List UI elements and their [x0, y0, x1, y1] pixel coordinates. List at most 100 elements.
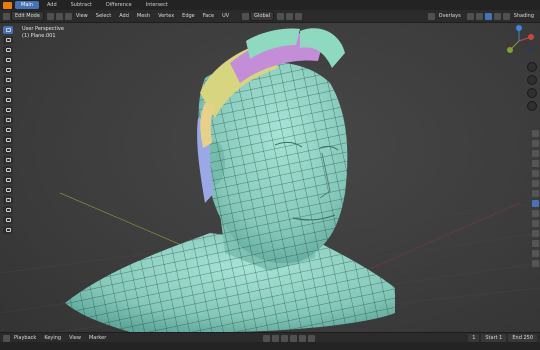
navigation-buttons — [527, 62, 537, 111]
snap-icon[interactable] — [286, 12, 294, 20]
shading-rendered-icon[interactable] — [502, 12, 510, 20]
physics-icon[interactable] — [531, 220, 539, 227]
shrink-fatten-tool[interactable] — [3, 206, 13, 214]
world-props-icon[interactable] — [531, 180, 539, 187]
tab-difference[interactable]: Difference — [100, 1, 138, 9]
shading-solid-icon[interactable] — [484, 12, 492, 20]
menu-playback[interactable]: Playback — [11, 334, 39, 342]
particles-icon[interactable] — [531, 210, 539, 217]
object-label: (1) Plane.001 — [22, 33, 56, 39]
mode-dropdown[interactable]: Edit Mode — [11, 11, 44, 21]
pivot-icon[interactable] — [277, 12, 285, 20]
tab-intersect[interactable]: Intersect — [140, 1, 174, 9]
camera-view-icon[interactable] — [527, 88, 537, 98]
workspace-bar: Main Add Subtract Difference Intersect — [0, 0, 540, 10]
transform-orientation-icon[interactable] — [242, 12, 250, 20]
menu-view[interactable]: View — [73, 12, 91, 20]
view-layer-icon[interactable] — [531, 160, 539, 167]
shading-dropdown[interactable]: Shading — [511, 12, 537, 20]
smooth-tool[interactable] — [3, 186, 13, 194]
bevel-tool[interactable] — [3, 136, 13, 144]
perspective-toggle-icon[interactable] — [527, 101, 537, 111]
jump-start-icon[interactable] — [262, 334, 270, 342]
shading-wire-icon[interactable] — [475, 12, 483, 20]
xray-icon[interactable] — [466, 12, 474, 20]
output-props-icon[interactable] — [531, 150, 539, 157]
poly-build-tool[interactable] — [3, 166, 13, 174]
material-props-icon[interactable] — [531, 250, 539, 257]
transform-tool[interactable] — [3, 76, 13, 84]
proportional-edit-icon[interactable] — [295, 12, 303, 20]
rip-tool[interactable] — [3, 226, 13, 234]
frame-ruler[interactable] — [0, 342, 540, 350]
tab-subtract[interactable]: Subtract — [65, 1, 98, 9]
x-axis-line — [359, 202, 521, 274]
menu-face[interactable]: Face — [200, 12, 217, 20]
menu-mesh[interactable]: Mesh — [134, 12, 153, 20]
data-props-icon[interactable] — [531, 240, 539, 247]
knife-tool[interactable] — [3, 156, 13, 164]
tool-props-icon[interactable] — [531, 130, 539, 137]
end-frame-field[interactable]: End 250 — [508, 334, 538, 342]
menu-marker[interactable]: Marker — [86, 334, 109, 342]
move-tool[interactable] — [3, 46, 13, 54]
modifier-props-icon[interactable] — [531, 200, 539, 207]
add-cube-tool[interactable] — [3, 106, 13, 114]
edge-slide-tool[interactable] — [3, 196, 13, 204]
perspective-label: User Perspective — [22, 26, 64, 32]
next-key-icon[interactable] — [298, 334, 306, 342]
editor-type-icon[interactable] — [3, 12, 10, 20]
tab-main[interactable]: Main — [15, 1, 39, 9]
loop-cut-tool[interactable] — [3, 146, 13, 154]
overlays-dropdown[interactable]: Overlays — [436, 12, 464, 20]
constraints-icon[interactable] — [531, 230, 539, 237]
annotate-tool[interactable] — [3, 86, 13, 94]
object-props-icon[interactable] — [531, 190, 539, 197]
navigation-gizmo[interactable] — [502, 24, 536, 58]
pan-icon[interactable] — [527, 75, 537, 85]
tab-add[interactable]: Add — [41, 1, 63, 9]
select-box-tool[interactable] — [3, 26, 13, 34]
shading-material-icon[interactable] — [493, 12, 501, 20]
workspace-tabs: Main Add Subtract Difference Intersect — [15, 1, 176, 9]
menu-uv[interactable]: UV — [219, 12, 232, 20]
rotate-tool[interactable] — [3, 56, 13, 64]
menu-select[interactable]: Select — [93, 12, 114, 20]
shear-tool[interactable] — [3, 216, 13, 224]
menu-keying[interactable]: Keying — [41, 334, 64, 342]
texture-props-icon[interactable] — [531, 260, 539, 267]
y-axis-line — [59, 192, 201, 254]
properties-strip — [530, 130, 540, 267]
blender-logo-icon[interactable] — [3, 1, 12, 9]
menu-timeline-view[interactable]: View — [66, 334, 84, 342]
current-frame-field[interactable]: 1 — [468, 334, 480, 342]
menu-vertex[interactable]: Vertex — [155, 12, 177, 20]
transform-orientation-dropdown[interactable]: Global — [250, 11, 275, 21]
prev-key-icon[interactable] — [271, 334, 279, 342]
start-frame-field[interactable]: Start 1 — [481, 334, 507, 342]
extrude-tool[interactable] — [3, 116, 13, 124]
inset-tool[interactable] — [3, 126, 13, 134]
scale-tool[interactable] — [3, 66, 13, 74]
viewport-info: User Perspective (1) Plane.001 — [22, 26, 64, 40]
menu-add[interactable]: Add — [116, 12, 132, 20]
menu-edge[interactable]: Edge — [179, 12, 198, 20]
scene-render — [0, 28, 540, 332]
jump-end-icon[interactable] — [307, 334, 315, 342]
zoom-icon[interactable] — [527, 62, 537, 72]
measure-tool[interactable] — [3, 96, 13, 104]
3d-viewport[interactable] — [0, 23, 540, 332]
vertex-select-icon[interactable] — [46, 12, 54, 20]
mesh-bust[interactable] — [65, 61, 395, 332]
spin-tool[interactable] — [3, 176, 13, 184]
play-icon[interactable] — [289, 334, 297, 342]
timeline-editor-icon[interactable] — [3, 334, 10, 342]
visibility-icon[interactable] — [427, 12, 435, 20]
render-props-icon[interactable] — [531, 140, 539, 147]
edge-select-icon[interactable] — [55, 12, 63, 20]
face-select-icon[interactable] — [64, 12, 72, 20]
cursor-tool[interactable] — [3, 36, 13, 44]
tool-shelf — [3, 26, 14, 234]
scene-props-icon[interactable] — [531, 170, 539, 177]
play-reverse-icon[interactable] — [280, 334, 288, 342]
